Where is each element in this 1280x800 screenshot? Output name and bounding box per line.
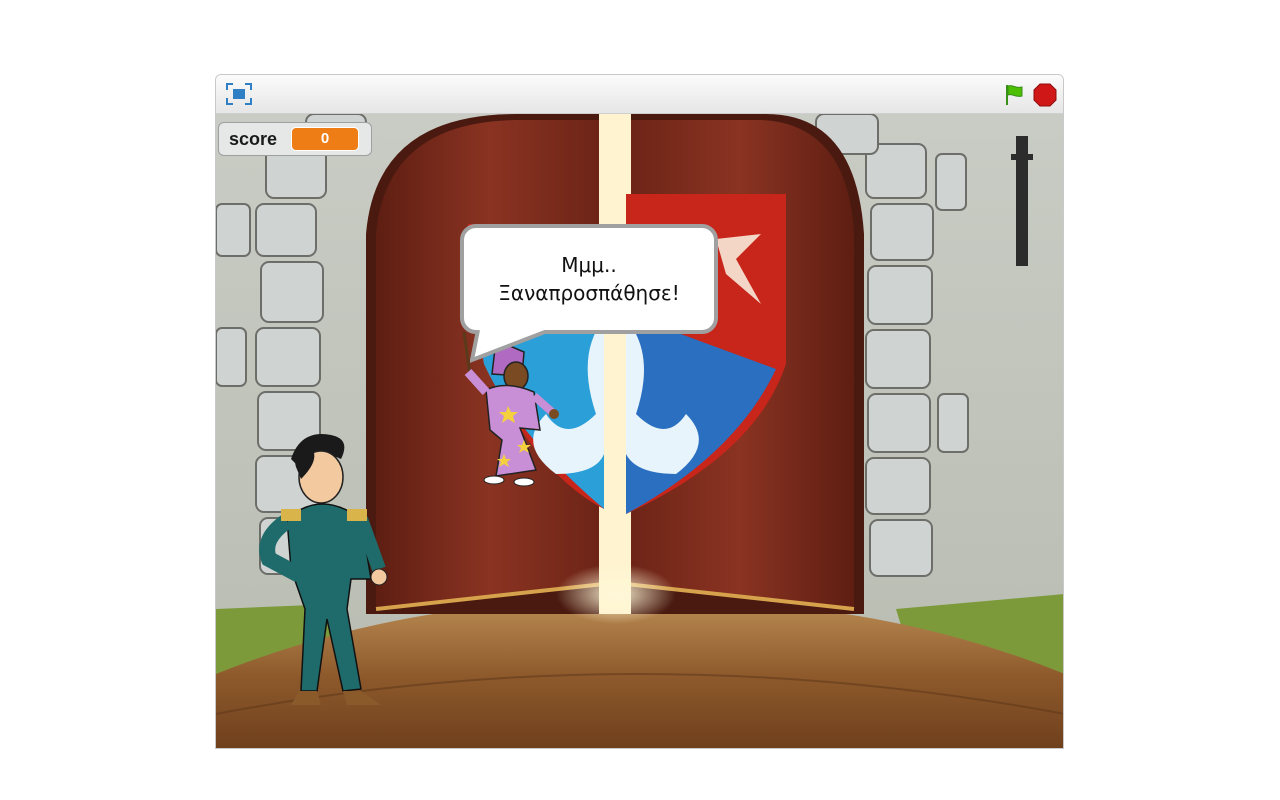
prince-sprite[interactable] <box>251 429 421 709</box>
stop-sign-icon <box>1033 83 1057 107</box>
monitor-label: score <box>229 128 278 149</box>
speech-line-1: Μμμ.. <box>561 253 617 277</box>
stage-canvas[interactable]: Μμμ.. Ξαναπροσπάθησε! score 0 <box>216 114 1063 748</box>
speech-bubble: Μμμ.. Ξαναπροσπάθησε! <box>460 224 718 334</box>
monitor-value: 0 <box>291 127 360 151</box>
player-toolbar <box>216 75 1063 114</box>
green-flag-button[interactable] <box>1003 83 1027 107</box>
fullscreen-icon <box>226 83 252 105</box>
speech-bubble-tail <box>470 330 551 363</box>
fullscreen-button[interactable] <box>226 82 252 106</box>
green-flag-icon <box>1006 85 1023 105</box>
stop-button[interactable] <box>1033 83 1057 107</box>
variable-monitor-score[interactable]: score 0 <box>218 122 373 156</box>
stage-player: Μμμ.. Ξαναπροσπάθησε! score 0 <box>215 74 1064 749</box>
speech-line-2: Ξαναπροσπάθησε! <box>498 281 680 305</box>
